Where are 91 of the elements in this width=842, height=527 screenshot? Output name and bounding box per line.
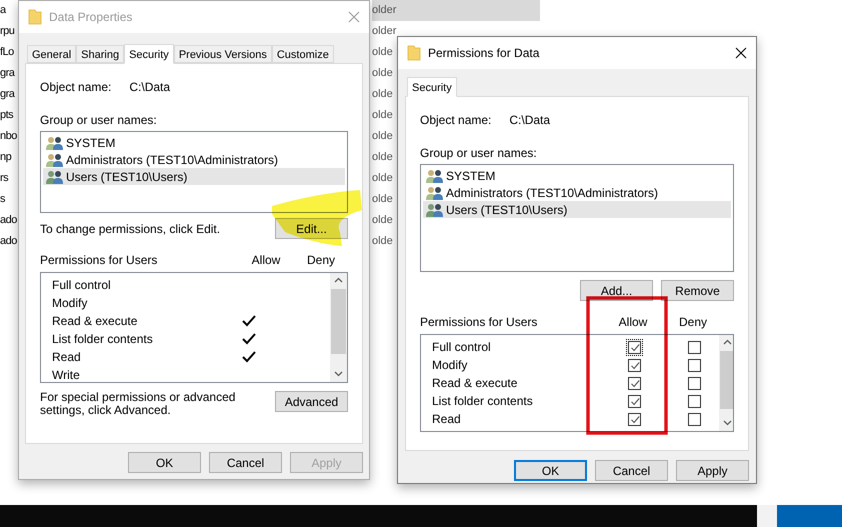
file-type: olde bbox=[372, 45, 394, 60]
user-group-icon bbox=[426, 202, 444, 216]
object-name-value: C:\Data bbox=[509, 112, 550, 129]
file-name: s bbox=[0, 192, 6, 207]
file-type: olde bbox=[372, 108, 394, 123]
permissions-label: Permissions for Users bbox=[420, 314, 538, 331]
user-group-icon bbox=[46, 136, 64, 150]
file-name: a bbox=[0, 3, 8, 18]
user-group-icon bbox=[46, 152, 64, 166]
permission-name: Read & execute bbox=[51, 313, 138, 330]
column-header: Allow bbox=[250, 252, 282, 269]
object-name-label: Object name: bbox=[40, 79, 112, 96]
permission-name: Full control bbox=[431, 339, 492, 356]
permission-name: Read & execute bbox=[431, 375, 518, 392]
scrollbar[interactable] bbox=[719, 335, 733, 431]
allow-checkbox[interactable] bbox=[626, 358, 642, 372]
file-name: rpu bbox=[0, 24, 16, 39]
deny-checkbox[interactable] bbox=[688, 340, 700, 354]
user-list-item[interactable]: Users (TEST10\Users) bbox=[423, 201, 731, 218]
deny-checkbox[interactable] bbox=[688, 394, 700, 408]
user-list-item[interactable]: SYSTEM bbox=[43, 134, 345, 151]
dialog-button[interactable]: Apply bbox=[676, 460, 749, 481]
tab[interactable]: General bbox=[27, 45, 76, 63]
file-name: pts bbox=[0, 108, 14, 123]
advanced-button[interactable]: Advanced bbox=[275, 391, 348, 412]
user-list-item[interactable]: Administrators (TEST10\Administrators) bbox=[423, 184, 731, 201]
file-type: olde bbox=[372, 234, 394, 249]
file-name: fLo bbox=[0, 45, 15, 60]
dialog-button[interactable]: OK bbox=[514, 460, 587, 481]
permission-name: Modify bbox=[51, 295, 88, 312]
permission-name: List folder contents bbox=[431, 393, 534, 410]
permission-name: Write bbox=[51, 367, 81, 382]
dialog-button[interactable]: Cancel bbox=[209, 452, 282, 473]
dialog-button[interactable]: OK bbox=[128, 452, 201, 473]
permission-name: List folder contents bbox=[51, 331, 154, 348]
column-header: Deny bbox=[306, 252, 336, 269]
tab[interactable]: Security bbox=[124, 44, 174, 64]
file-name: np bbox=[0, 150, 12, 165]
permission-name: Read bbox=[431, 411, 462, 428]
file-type: olde bbox=[372, 66, 394, 81]
allow-checkbox[interactable] bbox=[626, 412, 642, 426]
file-type: older bbox=[372, 24, 396, 39]
column-header: Deny bbox=[678, 314, 708, 331]
folder-icon bbox=[28, 9, 42, 25]
user-list-item[interactable]: Users (TEST10\Users) bbox=[43, 168, 345, 185]
scrollbar[interactable] bbox=[330, 273, 347, 382]
file-name: gra bbox=[0, 66, 16, 81]
tab[interactable]: Sharing bbox=[76, 45, 124, 63]
deny-checkbox[interactable] bbox=[688, 358, 700, 372]
tab[interactable]: Previous Versions bbox=[174, 45, 272, 63]
file-name: rs bbox=[0, 171, 10, 186]
permission-name: Read bbox=[51, 349, 82, 366]
allow-checkbox[interactable] bbox=[626, 376, 642, 390]
file-name: gra bbox=[0, 87, 16, 102]
user-list-item[interactable]: Administrators (TEST10\Administrators) bbox=[43, 151, 345, 168]
permissions-label: Permissions for Users bbox=[40, 252, 158, 269]
user-list-item[interactable]: SYSTEM bbox=[423, 167, 731, 184]
user-group-icon bbox=[426, 168, 444, 182]
file-type: olde bbox=[372, 87, 394, 102]
deny-checkbox[interactable] bbox=[688, 376, 700, 390]
window-title: Data Properties bbox=[49, 9, 134, 26]
permission-name: Modify bbox=[431, 357, 468, 374]
column-header: Allow bbox=[618, 314, 648, 331]
window-title: Permissions for Data bbox=[428, 45, 540, 62]
tab[interactable]: Security bbox=[407, 77, 457, 97]
file-name: nbo bbox=[0, 129, 18, 144]
close-icon[interactable] bbox=[735, 47, 747, 59]
allow-checkbox[interactable] bbox=[626, 340, 642, 354]
file-type: olde bbox=[372, 171, 394, 186]
deny-checkbox[interactable] bbox=[688, 412, 700, 426]
user-group-icon bbox=[426, 186, 444, 200]
user-group-icon bbox=[46, 170, 64, 184]
allow-checkbox[interactable] bbox=[626, 394, 642, 408]
file-type: olde bbox=[372, 213, 394, 228]
object-name-value: C:\Data bbox=[129, 79, 170, 96]
edit-hint: To change permissions, click Edit. bbox=[40, 220, 220, 238]
file-name: ado bbox=[0, 213, 18, 228]
file-type: olde bbox=[372, 192, 394, 207]
dialog-button[interactable]: Cancel bbox=[595, 460, 668, 481]
file-type: olde bbox=[372, 150, 394, 165]
remove-button[interactable]: Remove bbox=[661, 280, 734, 301]
file-type: older bbox=[372, 0, 540, 21]
object-name-label: Object name: bbox=[420, 112, 492, 129]
group-list-label: Group or user names: bbox=[39, 112, 158, 129]
group-list-label: Group or user names: bbox=[419, 145, 538, 162]
file-type: olde bbox=[372, 129, 394, 144]
folder-icon bbox=[407, 45, 421, 61]
tab[interactable]: Customize bbox=[272, 45, 334, 63]
file-name: ado bbox=[0, 234, 18, 249]
permission-name: Full control bbox=[51, 277, 112, 294]
advanced-hint: For special permissions or advanced settings, click Advanced. bbox=[40, 391, 236, 417]
